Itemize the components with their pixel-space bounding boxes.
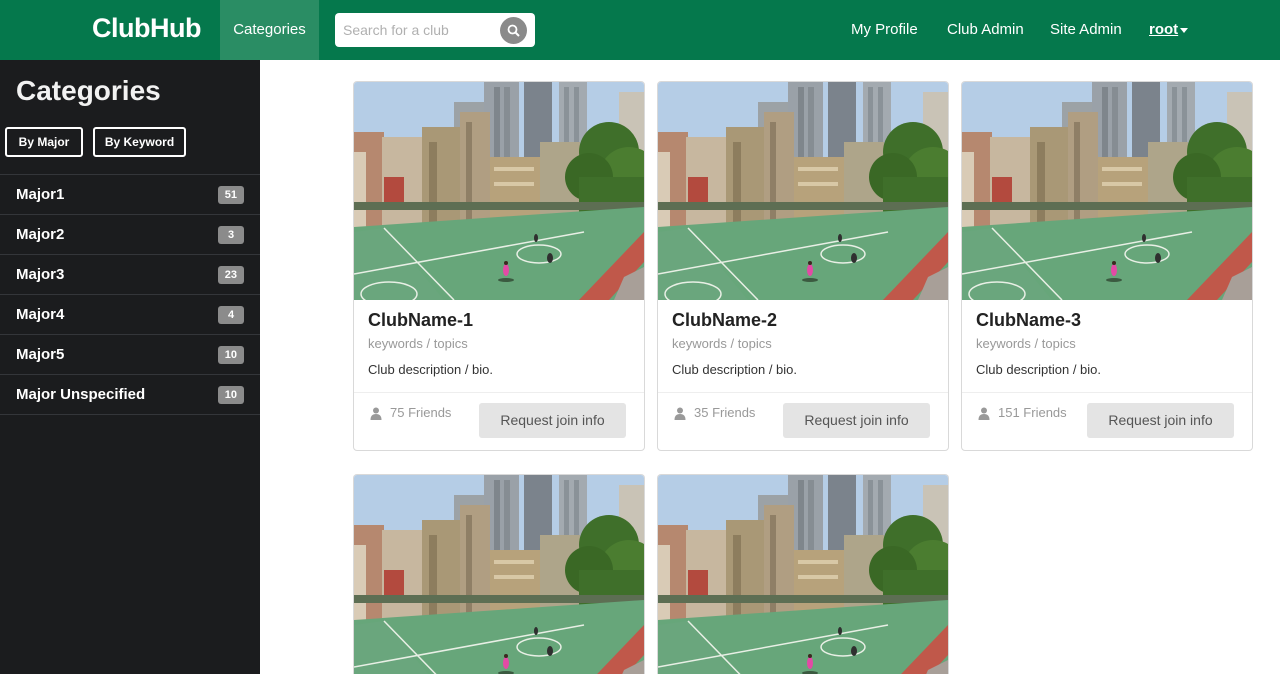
sidebar-title: Categories <box>16 75 161 106</box>
club-card-footer: 35 Friends Request join info <box>658 392 948 450</box>
user-icon <box>370 407 382 420</box>
major-label: Major2 <box>16 226 65 243</box>
user-icon <box>674 407 686 420</box>
club-image[interactable] <box>658 475 948 674</box>
filter-by-major-button[interactable]: By Major <box>5 127 83 157</box>
user-name: root <box>1149 21 1179 38</box>
nav-site-admin[interactable]: Site Admin <box>1050 0 1122 60</box>
club-name[interactable]: ClubName-2 <box>672 310 777 331</box>
club-image[interactable] <box>658 82 948 300</box>
club-card <box>657 474 949 674</box>
club-description: Club description / bio. <box>976 362 1102 377</box>
major-label: Major4 <box>16 306 65 323</box>
request-join-info-button[interactable]: Request join info <box>1087 403 1234 438</box>
search-button[interactable] <box>500 17 527 44</box>
club-card <box>353 474 645 674</box>
search-icon <box>507 24 520 37</box>
friends-count: 151 Friends <box>998 405 1067 420</box>
club-card-body: ClubName-3 keywords / topics Club descri… <box>962 300 1252 450</box>
filter-by-keyword-button[interactable]: By Keyword <box>93 127 186 157</box>
club-name[interactable]: ClubName-1 <box>368 310 473 331</box>
request-join-info-button[interactable]: Request join info <box>479 403 626 438</box>
major-count-badge: 10 <box>217 346 244 364</box>
major-list: Major1 51 Major2 3 Major3 23 Major4 4 Ma… <box>0 174 260 415</box>
nav-club-admin[interactable]: Club Admin <box>947 0 1024 60</box>
club-card-body: ClubName-2 keywords / topics Club descri… <box>658 300 948 450</box>
major-count-badge: 51 <box>217 186 244 204</box>
nav-categories[interactable]: Categories <box>220 0 319 60</box>
club-image[interactable] <box>354 82 644 300</box>
club-image[interactable] <box>962 82 1252 300</box>
major-item[interactable]: Major2 3 <box>0 215 260 255</box>
major-label: Major5 <box>16 346 65 363</box>
major-count-badge: 3 <box>218 226 244 244</box>
club-card-body: ClubName-1 keywords / topics Club descri… <box>354 300 644 450</box>
club-card: ClubName-2 keywords / topics Club descri… <box>657 81 949 451</box>
club-name[interactable]: ClubName-3 <box>976 310 1081 331</box>
top-navbar: ClubHub Categories My Profile Club Admin… <box>0 0 1280 60</box>
major-label: Major3 <box>16 266 65 283</box>
major-count-badge: 23 <box>217 266 244 284</box>
major-item[interactable]: Major5 10 <box>0 335 260 375</box>
brand-logo[interactable]: ClubHub <box>92 13 201 44</box>
search-input[interactable] <box>343 13 493 47</box>
friends-count: 75 Friends <box>390 405 452 420</box>
major-label: Major Unspecified <box>16 386 146 403</box>
major-item[interactable]: Major1 51 <box>0 175 260 215</box>
club-card: ClubName-1 keywords / topics Club descri… <box>353 81 645 451</box>
major-count-badge: 10 <box>217 386 244 404</box>
caret-down-icon <box>1180 27 1189 33</box>
major-item[interactable]: Major4 4 <box>0 295 260 335</box>
user-icon <box>978 407 990 420</box>
club-keywords: keywords / topics <box>368 336 468 351</box>
club-description: Club description / bio. <box>672 362 798 377</box>
major-item[interactable]: Major3 23 <box>0 255 260 295</box>
club-card-footer: 75 Friends Request join info <box>354 392 644 450</box>
club-card-footer: 151 Friends Request join info <box>962 392 1252 450</box>
major-item[interactable]: Major Unspecified 10 <box>0 375 260 415</box>
club-image[interactable] <box>354 475 644 674</box>
major-label: Major1 <box>16 186 65 203</box>
user-menu[interactable]: root <box>1149 0 1189 60</box>
major-count-badge: 4 <box>218 306 244 324</box>
category-sidebar: Categories By Major By Keyword Major1 51… <box>0 60 260 674</box>
club-card: ClubName-3 keywords / topics Club descri… <box>961 81 1253 451</box>
request-join-info-button[interactable]: Request join info <box>783 403 930 438</box>
club-keywords: keywords / topics <box>672 336 772 351</box>
club-description: Club description / bio. <box>368 362 494 377</box>
nav-my-profile[interactable]: My Profile <box>851 0 918 60</box>
club-keywords: keywords / topics <box>976 336 1076 351</box>
friends-count: 35 Friends <box>694 405 756 420</box>
